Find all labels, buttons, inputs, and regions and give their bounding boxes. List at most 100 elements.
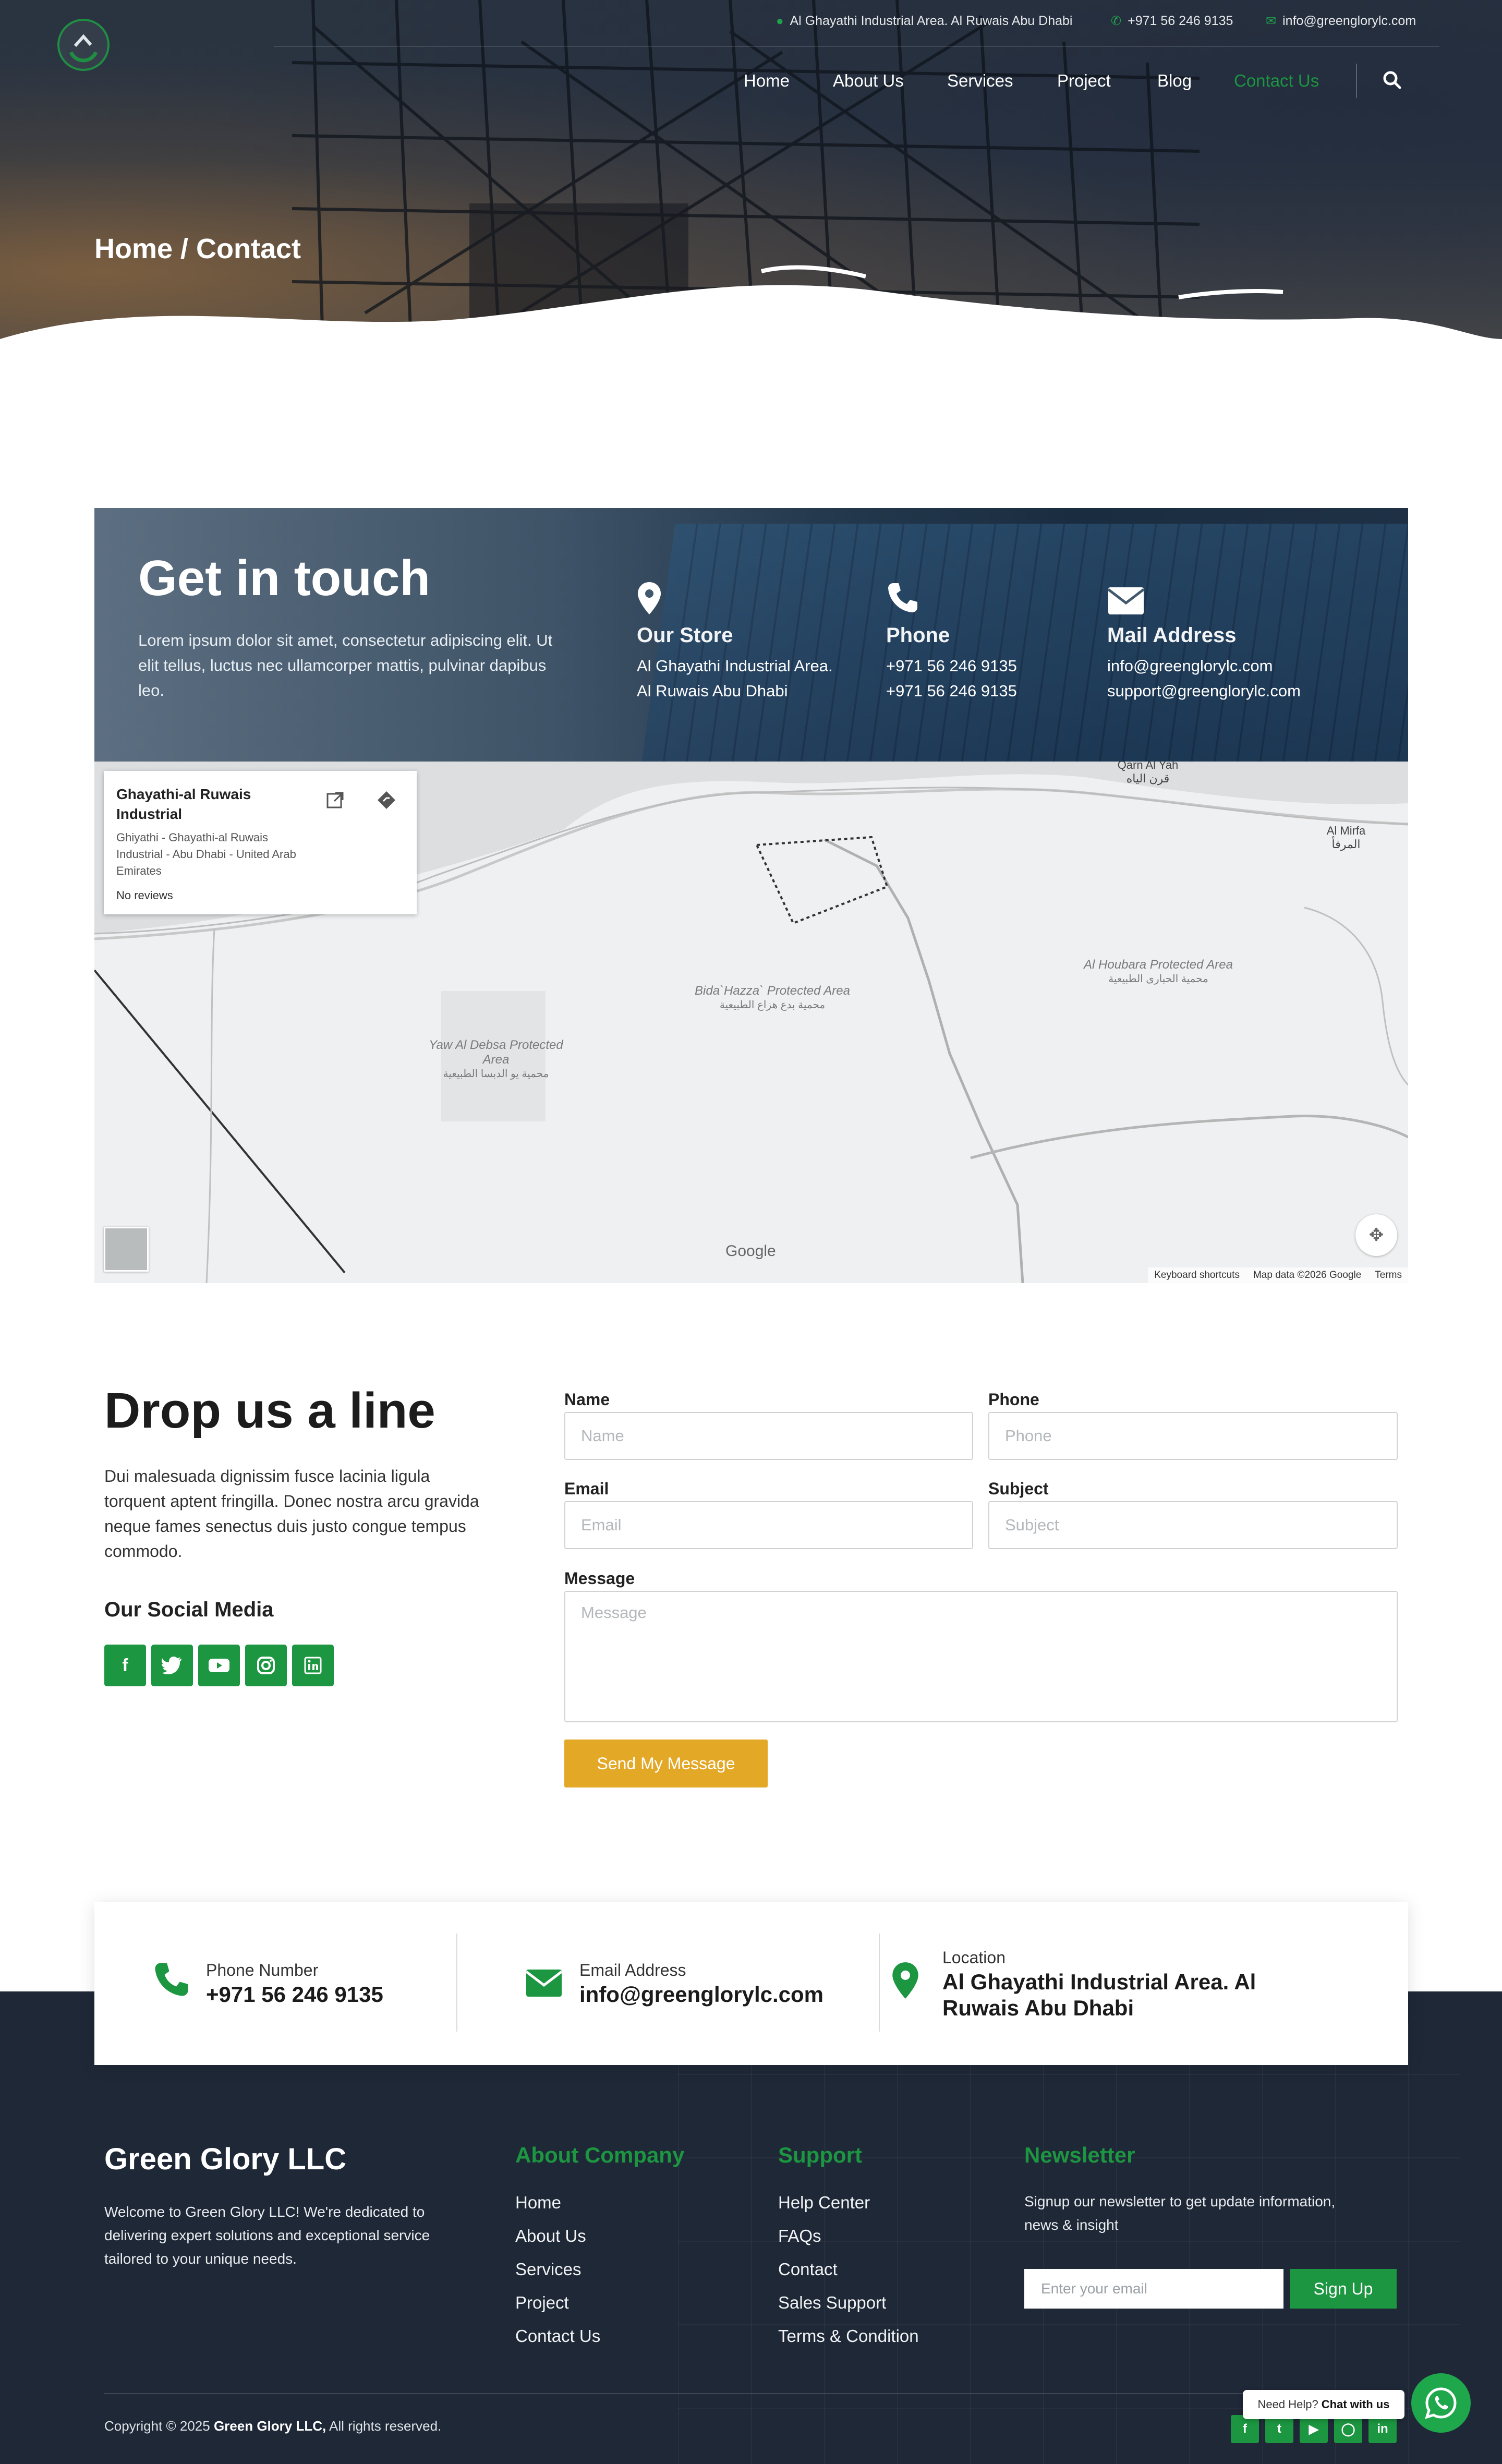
nav-home[interactable]: Home [744, 71, 790, 91]
nav-project[interactable]: Project [1057, 71, 1111, 91]
contact-title: Drop us a line [104, 1383, 435, 1439]
facebook-icon[interactable]: f [104, 1645, 146, 1686]
store-line-1: Al Ghayathi Industrial Area. [637, 657, 833, 675]
copyright: Copyright © 2025 Green Glory LLC, All ri… [104, 2418, 441, 2434]
map-satellite-toggle[interactable] [104, 1227, 149, 1272]
map-data-attribution: Map data ©2026 Google [1253, 1270, 1362, 1281]
map-label-mirfa-ar: المرفأ [1331, 838, 1361, 851]
newsletter-heading: Newsletter [1024, 2143, 1135, 2167]
store-heading: Our Store [637, 624, 733, 647]
map-label-houbara: Al Houbara Protected Area محمية الحبارى … [1075, 958, 1242, 985]
map-label-mirfa-text: Al Mirfa [1326, 824, 1366, 837]
instagram-icon[interactable] [245, 1645, 287, 1686]
contact-description: Dui malesuada dignissim fusce lacinia li… [104, 1467, 479, 1561]
youtube-icon[interactable] [198, 1645, 240, 1686]
strip-email-label: Email Address [579, 1961, 686, 1979]
phone-input[interactable]: Phone [988, 1412, 1398, 1460]
phone-heading: Phone [886, 624, 950, 647]
mail-line-2[interactable]: support@greenglorylc.com [1107, 679, 1301, 704]
footer-link-help-center[interactable]: Help Center [778, 2193, 870, 2213]
strip-divider-2 [879, 1934, 880, 2032]
footer-link-about-us[interactable]: About Us [515, 2226, 586, 2246]
envelope-icon [525, 1964, 563, 2007]
chat-help-bubble[interactable]: Need Help? Chat with us [1243, 2390, 1404, 2419]
nav-contact-us[interactable]: Contact Us [1234, 71, 1319, 91]
footer-instagram-icon[interactable]: ◯ [1334, 2415, 1362, 2443]
footer-link-contact-us[interactable]: Contact Us [515, 2326, 600, 2346]
footer-link-services[interactable]: Services [515, 2260, 582, 2279]
nav-about-us[interactable]: About Us [833, 71, 904, 91]
map-keyboard-shortcuts[interactable]: Keyboard shortcuts [1154, 1270, 1240, 1281]
location-map[interactable]: Ghayathi-al Ruwais Industrial Ghiyathi -… [94, 762, 1408, 1283]
chat-help-text: Need Help? [1257, 2398, 1318, 2411]
topbar-divider [274, 46, 1439, 47]
social-heading: Our Social Media [104, 1598, 274, 1621]
footer-link-contact[interactable]: Contact [778, 2260, 838, 2279]
map-label-bida: Bida`Hazza` Protected Area محمية بدع هزا… [694, 984, 851, 1011]
strip-email-value[interactable]: info@greenglorylc.com [579, 1982, 823, 2008]
map-label-qarn-ar: قرن الياه [1126, 772, 1170, 785]
map-label-qarn-text: Qarn Al Yah [1117, 762, 1179, 771]
footer-link-home[interactable]: Home [515, 2193, 561, 2213]
footer-brand: Green Glory LLC [104, 2142, 347, 2176]
twitter-icon[interactable] [151, 1645, 193, 1686]
footer-link-sales-support[interactable]: Sales Support [778, 2293, 886, 2313]
message-textarea[interactable]: Message [564, 1591, 1398, 1722]
linkedin-icon[interactable] [292, 1645, 334, 1686]
strip-phone-value[interactable]: +971 56 246 9135 [206, 1982, 383, 2008]
nav-blog[interactable]: Blog [1157, 71, 1192, 91]
topbar-email[interactable]: ✉ info@greenglorylc.com [1266, 14, 1416, 29]
mail-line-1[interactable]: info@greenglorylc.com [1107, 654, 1301, 679]
search-icon[interactable] [1382, 70, 1402, 90]
strip-location-label: Location [942, 1948, 1006, 1967]
phone-label: Phone [988, 1390, 1039, 1409]
map-place-title: Ghayathi-al Ruwais Industrial [116, 786, 251, 822]
nav-services[interactable]: Services [947, 71, 1013, 91]
nav-divider [1356, 64, 1357, 98]
about-company-heading: About Company [515, 2143, 685, 2167]
site-logo[interactable] [57, 19, 110, 71]
open-external-icon[interactable] [326, 791, 345, 810]
strip-divider-1 [456, 1934, 457, 2032]
logo-icon [69, 34, 98, 63]
footer-brand-description: Welcome to Green Glory LLC! We're dedica… [104, 2204, 430, 2267]
name-input[interactable]: Name [564, 1412, 973, 1460]
chat-cta-text: Chat with us [1321, 2398, 1390, 2411]
directions-icon[interactable] [376, 790, 397, 811]
envelope-icon: ✉ [1266, 14, 1277, 28]
get-in-touch-panel: Get in touch Lorem ipsum dolor sit amet,… [94, 508, 1408, 762]
footer-link-faqs[interactable]: FAQs [778, 2226, 821, 2246]
whatsapp-chat-button[interactable] [1411, 2373, 1471, 2433]
map-label-bida-ar: محمية بدع هزاع الطبيعية [719, 999, 826, 1011]
send-message-button[interactable]: Send My Message [564, 1740, 768, 1787]
location-pin-icon: ● [776, 14, 784, 28]
map-fullscreen-icon[interactable]: ✥ [1355, 1214, 1397, 1256]
phone-line-1[interactable]: +971 56 246 9135 [886, 654, 1017, 679]
message-label: Message [564, 1569, 635, 1588]
footer-link-project[interactable]: Project [515, 2293, 569, 2313]
map-label-yaw-ar: محمية يو الدبسا الطبيعية [443, 1068, 549, 1080]
map-place-reviews: No reviews [116, 889, 173, 902]
topbar-phone[interactable]: ✆ +971 56 246 9135 [1111, 14, 1233, 29]
map-label-houbara-ar: محمية الحبارى الطبيعية [1108, 973, 1208, 985]
get-in-touch-description: Lorem ipsum dolor sit amet, consectetur … [138, 631, 553, 699]
footer-link-terms[interactable]: Terms & Condition [778, 2326, 919, 2346]
footer-linkedin-icon[interactable]: in [1368, 2415, 1397, 2443]
scaffold-illustration [0, 0, 1502, 396]
phone-line-2[interactable]: +971 56 246 9135 [886, 679, 1017, 704]
support-heading: Support [778, 2143, 862, 2167]
subject-input[interactable]: Subject [988, 1501, 1398, 1549]
footer-twitter-icon[interactable]: t [1265, 2415, 1293, 2443]
sign-up-button[interactable]: Sign Up [1290, 2269, 1397, 2309]
phone-info: Phone +971 56 246 9135 +971 56 246 9135 [886, 581, 1017, 704]
footer-facebook-icon[interactable]: f [1231, 2415, 1259, 2443]
map-terms-link[interactable]: Terms [1375, 1270, 1402, 1281]
whatsapp-icon [1425, 2387, 1457, 2419]
hero-banner: ● Al Ghayathi Industrial Area. Al Ruwais… [0, 0, 1502, 396]
name-label: Name [564, 1390, 610, 1409]
newsletter-email-input[interactable]: Enter your email [1024, 2269, 1283, 2309]
topbar-address: ● Al Ghayathi Industrial Area. Al Ruwais… [776, 14, 1072, 29]
footer-youtube-icon[interactable]: ▶ [1300, 2415, 1328, 2443]
email-input[interactable]: Email [564, 1501, 973, 1549]
map-place-card: Ghayathi-al Ruwais Industrial Ghiyathi -… [104, 771, 417, 914]
